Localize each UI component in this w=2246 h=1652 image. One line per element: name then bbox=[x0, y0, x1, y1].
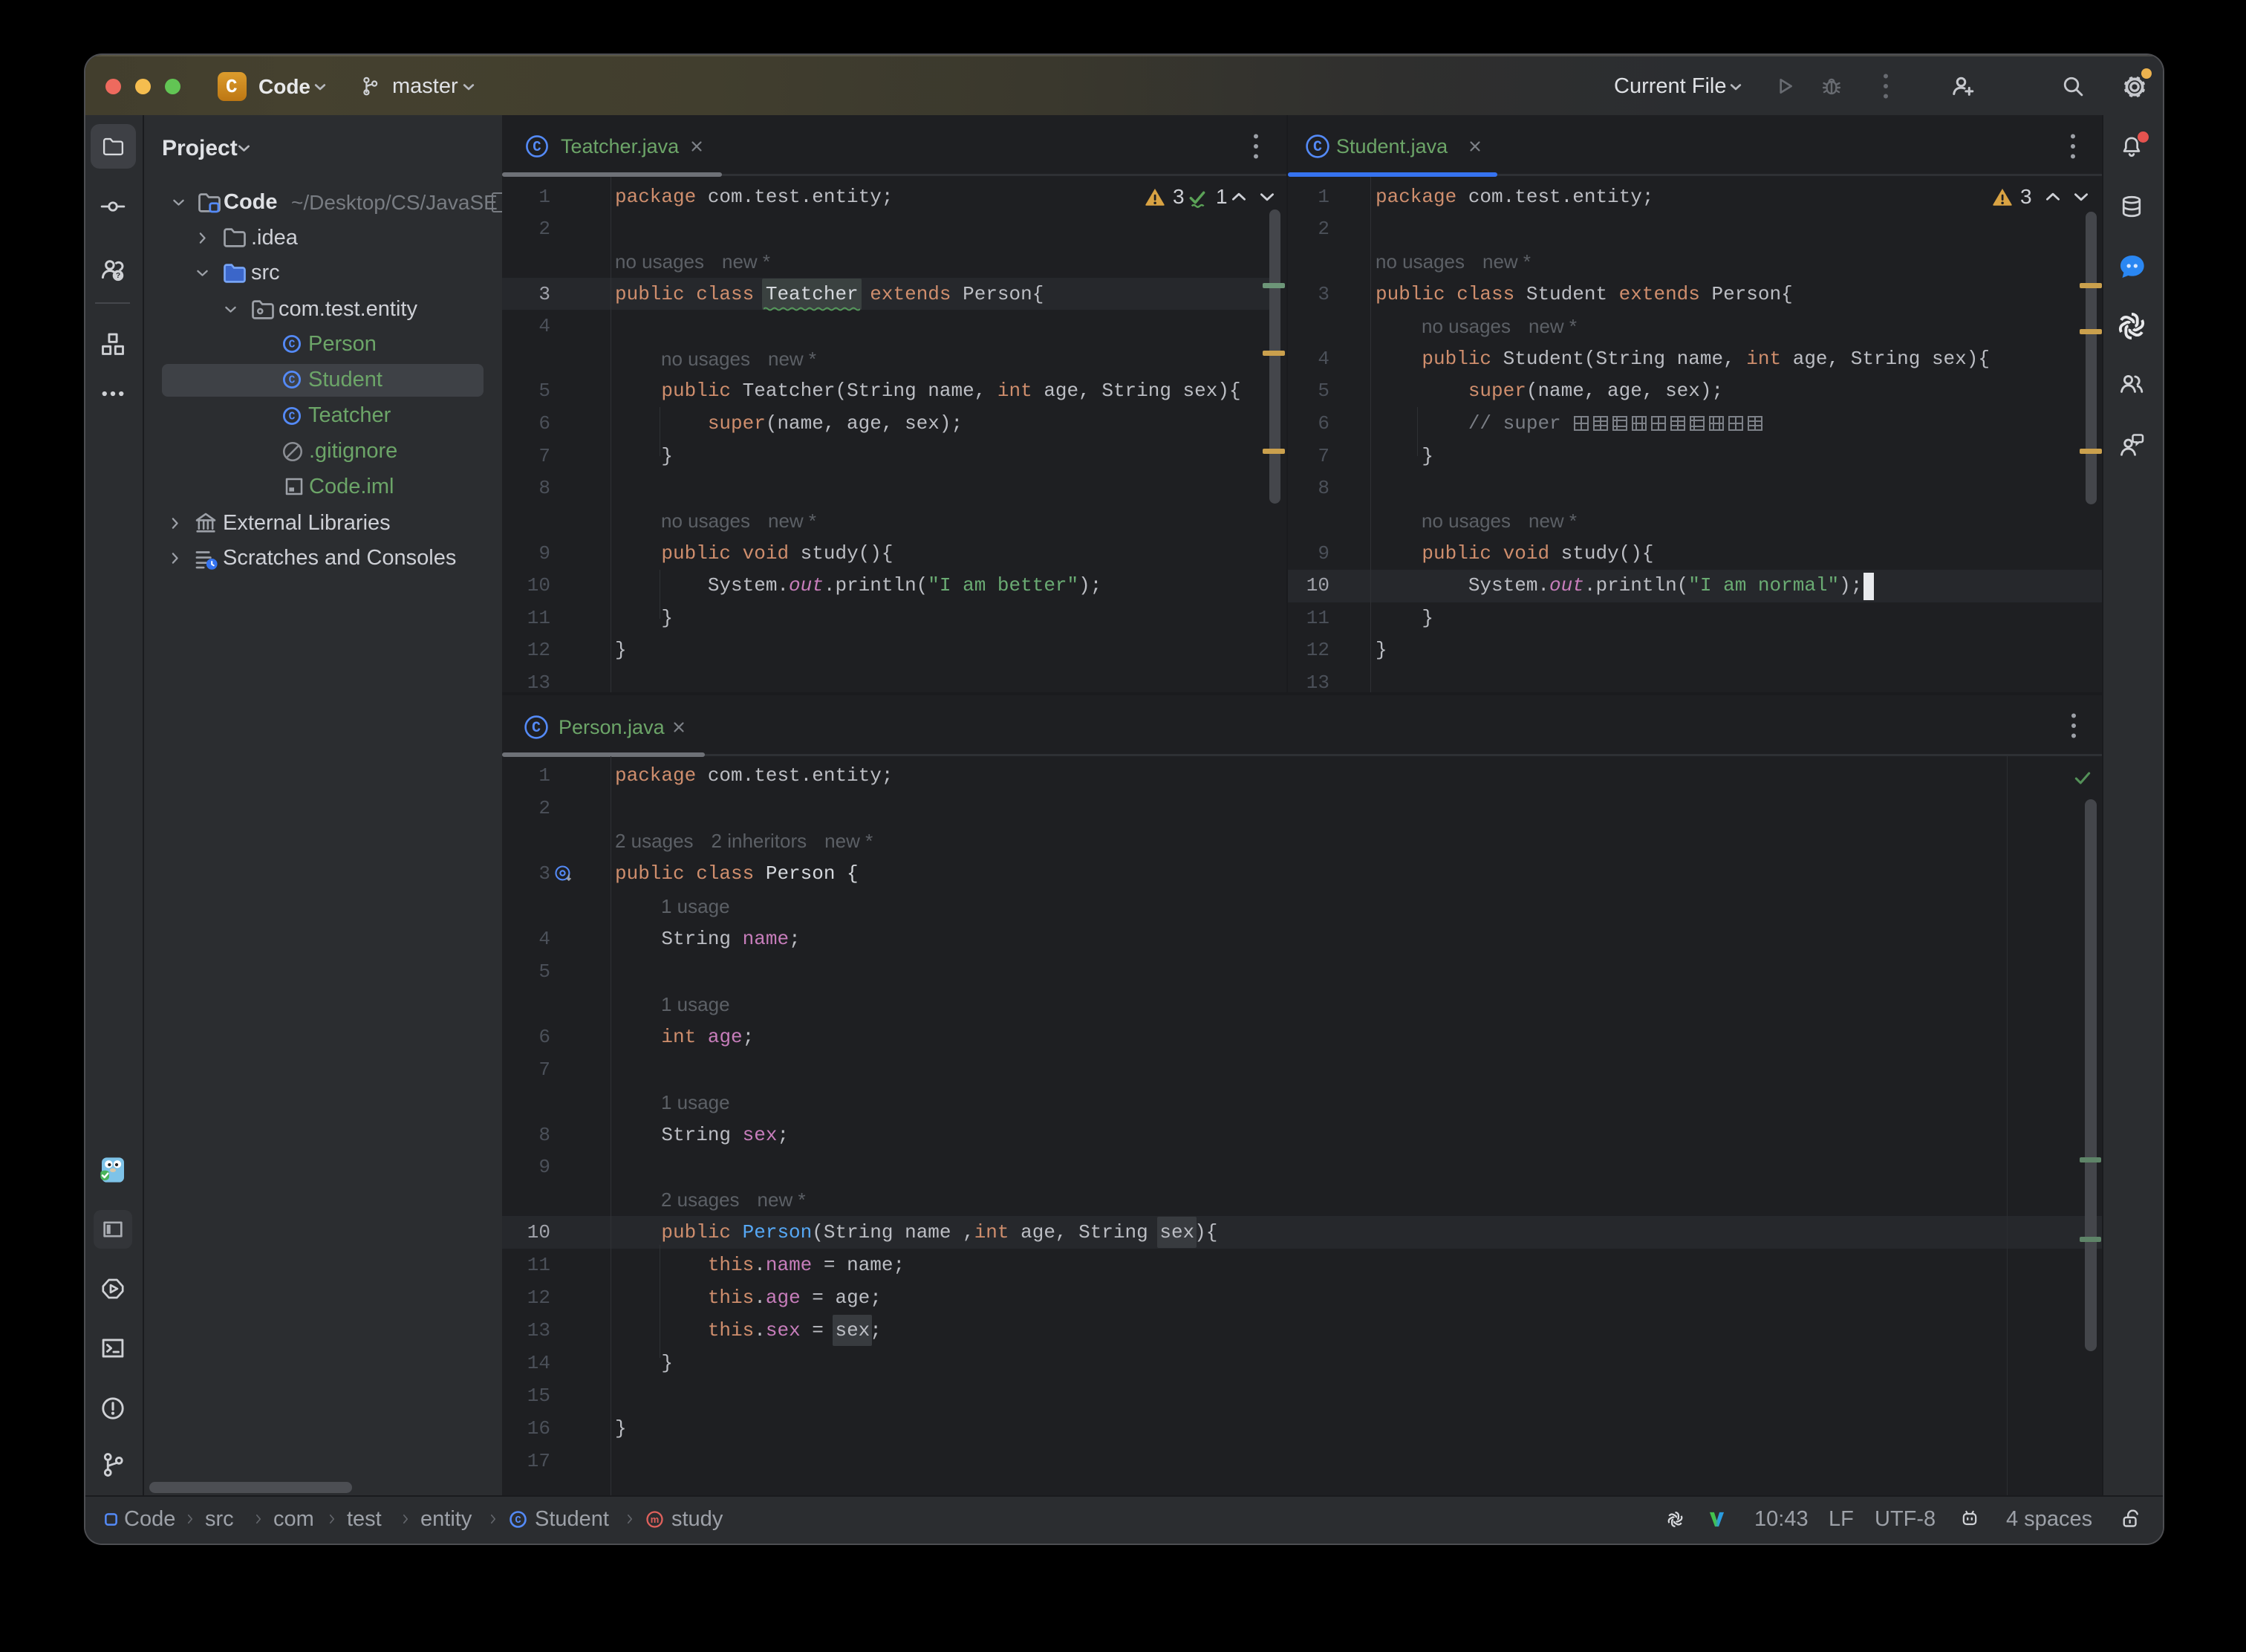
svg-text:C: C bbox=[289, 339, 296, 351]
svg-text:C: C bbox=[289, 375, 296, 387]
svg-text:C: C bbox=[289, 411, 296, 423]
svg-text:m: m bbox=[651, 1514, 660, 1525]
svg-text:C: C bbox=[1313, 139, 1322, 156]
svg-text:C: C bbox=[515, 1515, 521, 1526]
svg-text:C: C bbox=[533, 139, 541, 155]
svg-text:C: C bbox=[532, 720, 541, 737]
svg-text:?: ? bbox=[116, 272, 120, 280]
